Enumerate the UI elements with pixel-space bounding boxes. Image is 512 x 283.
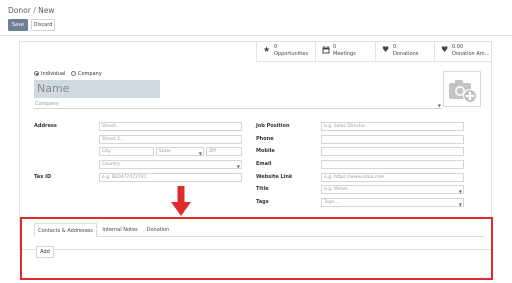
- donation-amount-value: 0.00: [452, 44, 464, 50]
- individual-radio[interactable]: Individual: [34, 71, 65, 77]
- city-input[interactable]: City: [99, 147, 154, 156]
- tags-select[interactable]: Tags... ▼: [321, 198, 464, 207]
- website-input[interactable]: e.g. https://www.odoo.com: [321, 173, 464, 182]
- meetings-stat-button[interactable]: 0 Meetings: [315, 42, 374, 61]
- heart-icon: ♥: [382, 45, 390, 54]
- tax-id-input[interactable]: e.g. BE0477472701: [99, 173, 242, 182]
- tax-id-label: Tax ID: [34, 174, 52, 180]
- street-input[interactable]: Street...: [99, 122, 242, 131]
- heart-icon: ♥: [441, 45, 449, 54]
- caret-down-icon: ▼: [198, 151, 202, 156]
- state-select[interactable]: State ▼: [156, 147, 204, 156]
- save-button[interactable]: Save: [8, 19, 28, 31]
- opportunities-label: Opportunities: [274, 51, 309, 57]
- individual-label: Individual: [41, 71, 66, 77]
- opportunities-count: 0: [274, 44, 278, 50]
- country-placeholder: Country: [102, 162, 120, 167]
- title-placeholder: e.g. Mister: [324, 187, 348, 192]
- discard-button[interactable]: Discard: [31, 19, 55, 31]
- email-label: Email: [256, 161, 272, 167]
- star-icon: ★: [263, 45, 271, 54]
- opportunities-stat-button[interactable]: ★ 0 Opportunities: [256, 42, 314, 61]
- donation-amount-stat-button[interactable]: ♥ 0.00 Donation Am...: [434, 42, 491, 61]
- company-radio[interactable]: Company: [71, 71, 102, 77]
- donation-amount-label: Donation Am...: [452, 51, 490, 57]
- tab-internal-notes[interactable]: Internal Notes: [99, 223, 141, 237]
- donations-stat-button[interactable]: ♥ 0 Donations: [375, 42, 433, 61]
- tab-donation[interactable]: Donation: [143, 223, 173, 237]
- mobile-input[interactable]: [321, 147, 464, 156]
- website-label: Website Link: [256, 174, 293, 180]
- state-placeholder: State: [159, 149, 171, 154]
- company-radio-label: Company: [78, 71, 102, 77]
- job-position-input[interactable]: e.g. Sales Director: [321, 122, 464, 131]
- stat-bar-divider: [256, 61, 491, 62]
- avatar-upload[interactable]: [443, 71, 481, 107]
- caret-down-icon: ▼: [236, 164, 240, 169]
- tags-label: Tags: [256, 199, 269, 205]
- donations-label: Donations: [393, 51, 419, 57]
- tab-contacts-addresses[interactable]: Contacts & Addresses: [34, 223, 97, 237]
- email-input[interactable]: [321, 160, 464, 169]
- tags-placeholder: Tags...: [324, 200, 339, 205]
- breadcrumb-current: New: [38, 6, 55, 15]
- add-button[interactable]: Add: [36, 246, 54, 258]
- phone-input[interactable]: [321, 135, 464, 144]
- caret-down-icon: ▼: [458, 202, 462, 207]
- donations-count: 0: [393, 44, 397, 50]
- country-select[interactable]: Country ▼: [99, 160, 242, 169]
- meetings-label: Meetings: [333, 51, 356, 57]
- zip-input[interactable]: ZIP: [206, 147, 242, 156]
- company-placeholder: Company: [35, 101, 59, 107]
- breadcrumb-separator: /: [33, 6, 36, 15]
- company-select[interactable]: Company ▼: [34, 101, 442, 109]
- arrow-down-icon: [171, 186, 191, 216]
- title-label: Title: [256, 186, 269, 192]
- radio-checked-icon: [34, 71, 39, 76]
- radio-unchecked-icon: [71, 71, 76, 76]
- name-input[interactable]: Name: [34, 80, 160, 98]
- camera-plus-icon: [449, 80, 477, 103]
- street2-input[interactable]: Street 2...: [99, 135, 242, 144]
- calendar-icon: [322, 46, 330, 54]
- meetings-count: 0: [333, 44, 337, 50]
- caret-down-icon: ▼: [437, 103, 441, 108]
- caret-down-icon: ▼: [458, 189, 462, 194]
- title-select[interactable]: e.g. Mister ▼: [321, 185, 464, 194]
- breadcrumb: Donor / New: [8, 6, 54, 15]
- job-position-label: Job Position: [256, 123, 290, 129]
- phone-label: Phone: [256, 136, 274, 142]
- mobile-label: Mobile: [256, 148, 275, 154]
- breadcrumb-parent-link[interactable]: Donor: [8, 6, 31, 15]
- address-label: Address: [34, 123, 57, 129]
- control-panel-divider: [0, 35, 512, 36]
